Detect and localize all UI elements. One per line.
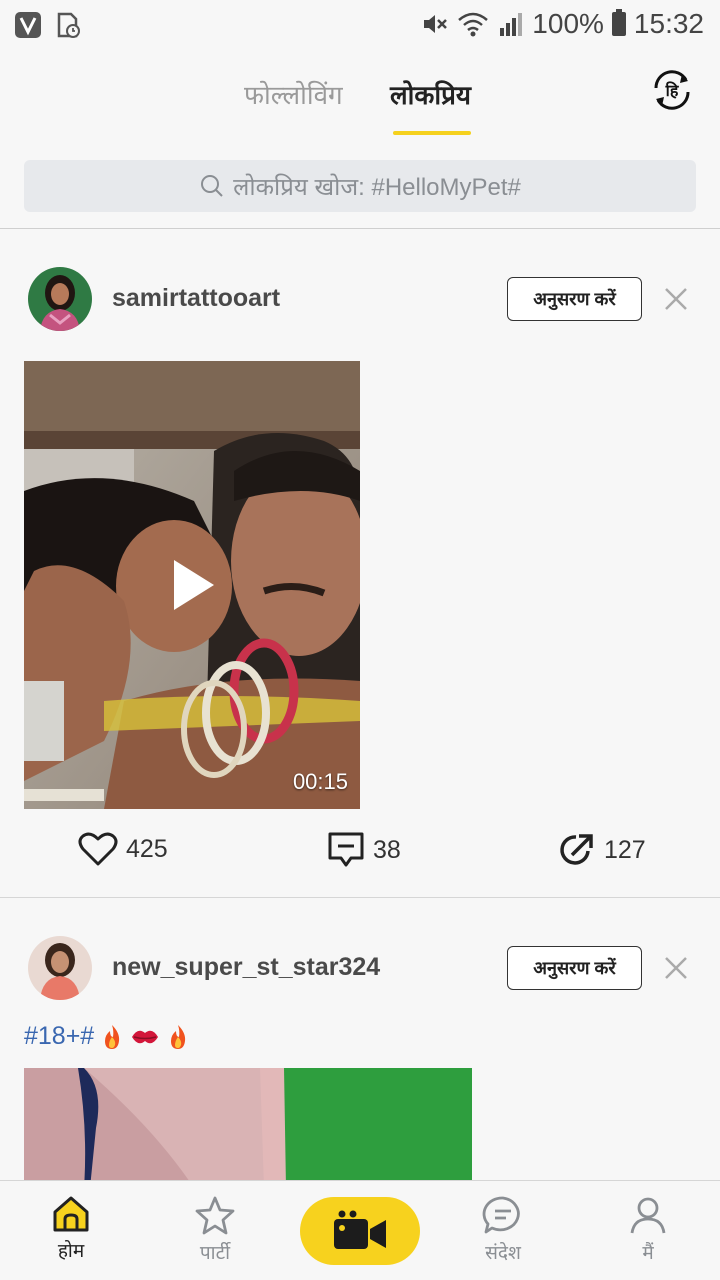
fire-icon (171, 1024, 186, 1049)
username[interactable]: samirtattooart (112, 284, 280, 313)
status-bar: 100% 15:32 (0, 0, 720, 50)
share-button[interactable]: 127 (558, 831, 646, 869)
username[interactable]: new_super_st_star324 (112, 953, 380, 982)
bottom-navigation: होम पार्टी संदेश मैं (0, 1180, 720, 1280)
comment-count: 38 (373, 835, 401, 864)
clock: 15:32 (633, 8, 704, 39)
play-icon[interactable] (170, 557, 218, 613)
search-input[interactable]: लोकप्रिय खोज: #HelloMyPet# (24, 160, 696, 212)
share-icon (560, 834, 593, 865)
video-thumbnail[interactable] (24, 1068, 472, 1180)
app-logo-icon (15, 12, 41, 38)
follow-button[interactable]: अनुसरण करें (507, 277, 642, 321)
feed-post: samirtattooart अनुसरण करें 00:15 425 38 … (0, 229, 720, 898)
avatar[interactable] (28, 267, 92, 331)
battery-percent: 100% (532, 8, 604, 39)
tab-popular[interactable]: लोकप्रिय (390, 76, 471, 112)
comment-icon (328, 832, 364, 867)
active-tab-indicator (393, 131, 471, 135)
tab-following[interactable]: फोल्लोविंग (244, 76, 343, 112)
user-icon (630, 1197, 666, 1234)
nav-party[interactable]: पार्टी (170, 1195, 260, 1265)
feed-tabs: फोल्लोविंग लोकप्रिय हि (0, 58, 720, 138)
mute-icon (424, 15, 448, 33)
hashtag[interactable]: #18+# (24, 1022, 94, 1051)
language-switch-button[interactable]: हि (648, 66, 696, 114)
go-live-button[interactable] (300, 1197, 420, 1265)
comment-button[interactable]: 38 (327, 831, 401, 869)
search-icon (201, 175, 223, 197)
avatar[interactable] (28, 936, 92, 1000)
share-count: 127 (604, 835, 646, 864)
video-duration: 00:15 (292, 769, 348, 794)
language-switch-icon: हि (654, 70, 690, 110)
video-camera-icon (334, 1210, 386, 1249)
signal-icon (500, 13, 523, 36)
sim-card-icon (57, 12, 80, 38)
language-glyph: हि (665, 81, 680, 100)
nav-home-label: होम (57, 1241, 85, 1262)
home-icon (53, 1196, 89, 1232)
nav-party-label: पार्टी (199, 1243, 231, 1264)
nav-messages[interactable]: संदेश (458, 1195, 548, 1265)
kiss-icon (132, 1030, 159, 1043)
nav-home[interactable]: होम (26, 1195, 116, 1263)
close-icon[interactable] (662, 954, 690, 982)
like-button[interactable]: 425 (78, 831, 168, 867)
heart-icon (78, 832, 118, 866)
video-thumbnail[interactable]: 00:15 (24, 361, 360, 809)
close-icon[interactable] (662, 285, 690, 313)
follow-button[interactable]: अनुसरण करें (507, 946, 642, 990)
star-icon (195, 1196, 235, 1235)
nav-messages-label: संदेश (485, 1243, 521, 1264)
post-actions: 425 38 127 (0, 831, 720, 881)
wifi-icon (458, 12, 489, 37)
message-icon (482, 1196, 520, 1234)
post-caption: #18+# (24, 1022, 190, 1051)
battery-icon (611, 9, 626, 36)
search-placeholder: लोकप्रिय खोज: #HelloMyPet# (233, 173, 521, 201)
feed-post: new_super_st_star324 अनुसरण करें #18+# (0, 898, 720, 1180)
nav-profile-label: मैं (642, 1243, 654, 1264)
video-frame (24, 1068, 472, 1180)
fire-icon (105, 1024, 120, 1049)
nav-profile[interactable]: मैं (603, 1195, 693, 1265)
like-count: 425 (126, 834, 168, 863)
